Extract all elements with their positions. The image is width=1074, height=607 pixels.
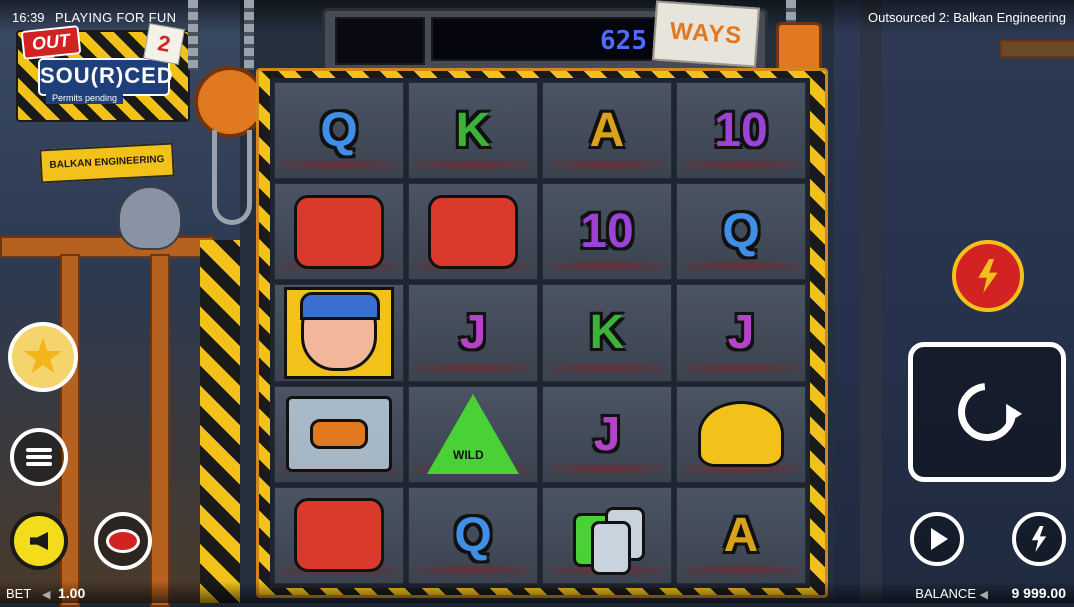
bet-arrow-icon[interactable]: ◀ [42, 588, 50, 601]
logo-sequel: 2 [143, 23, 185, 65]
reel-cell: A [542, 82, 672, 180]
wall-beam [860, 0, 882, 603]
hard-hat-icon [698, 401, 784, 468]
reel-cell [408, 183, 538, 281]
shelf [1000, 40, 1074, 58]
reel-cell: J [676, 284, 806, 382]
play-mode: PLAYING FOR FUN [55, 10, 177, 25]
spin-icon [946, 371, 1028, 453]
symbol-10: 10 [714, 104, 768, 158]
reel-cell: Q [676, 183, 806, 281]
bet-button[interactable] [94, 512, 152, 570]
reel-grid[interactable]: Q K A 10 10 Q J K J WILD J Q A [270, 78, 810, 588]
led-panel [335, 17, 425, 65]
chain [244, 0, 254, 70]
reel-cell [676, 385, 806, 483]
logo-subtitle: Permits pending [46, 92, 124, 104]
balance-arrow-icon[interactable]: ◀ [980, 588, 988, 601]
clock: 16:39 [12, 10, 45, 25]
bottom-bar: BET ◀ 1.00 BALANCE ◀ 9 999.00 [0, 581, 1074, 603]
bet-label: BET [6, 586, 32, 601]
ways-sign: WAYS [652, 0, 760, 68]
symbol-q: Q [722, 205, 760, 259]
symbol-10: 10 [580, 205, 634, 259]
reel-cell: 10 [676, 82, 806, 180]
crushed-cans-icon [569, 503, 645, 576]
lightning-icon [978, 259, 998, 293]
symbol-j: J [459, 306, 487, 360]
gamepad-icon [294, 194, 384, 269]
reel-cell: J [542, 385, 672, 483]
chain [188, 0, 198, 70]
menu-button[interactable] [10, 428, 68, 486]
symbol-j: J [593, 407, 621, 461]
reel-cell: J [408, 284, 538, 382]
menu-icon [26, 448, 52, 466]
symbol-k: K [589, 306, 625, 360]
game-title: Outsourced 2: Balkan Engineering [867, 10, 1066, 25]
wild-label: WILD [453, 448, 484, 463]
play-icon [931, 528, 948, 550]
reel-cell [274, 183, 404, 281]
balkan-engineering-sign: BALKAN ENGINEERING [39, 142, 175, 184]
padlock-icon [776, 22, 822, 74]
symbol-q: Q [320, 104, 358, 158]
turbo-icon [1031, 526, 1047, 552]
symbol-k: K [455, 104, 491, 158]
speaker-icon [30, 532, 48, 550]
bet-value: 1.00 [58, 585, 86, 601]
symbol-a: A [589, 104, 625, 158]
reel-cell: 10 [542, 183, 672, 281]
coin-icon [106, 529, 140, 553]
reel-cell [274, 284, 404, 382]
face-icon [300, 291, 380, 371]
symbol-j: J [727, 306, 755, 360]
wild-symbol: WILD [427, 394, 519, 475]
can-icon [591, 521, 631, 576]
reel-cell: K [542, 284, 672, 382]
reel-cell: K [408, 82, 538, 180]
logo-out: OUT [20, 25, 82, 60]
feature-button[interactable] [952, 240, 1024, 312]
star-icon [23, 337, 63, 374]
scaffold-post [150, 254, 170, 607]
reel-cell [274, 486, 404, 584]
gamepad-icon [294, 498, 384, 573]
balance-value: 9 999.00 [1011, 585, 1067, 601]
symbol-a: A [723, 508, 759, 562]
spin-button[interactable] [908, 342, 1066, 482]
reel-cell: Q [274, 82, 404, 180]
ways-count: 625 [431, 17, 659, 61]
pigeon-icon [118, 186, 182, 250]
hand-icon [310, 419, 368, 450]
reel-cell: A [676, 486, 806, 584]
gamepad-icon [428, 194, 518, 269]
reel-cell [274, 385, 404, 483]
balance-label: BALANCE [915, 586, 976, 601]
bagged-hand-icon [286, 396, 392, 473]
reel-cell: Q [408, 486, 538, 584]
sound-button[interactable] [10, 512, 68, 570]
hook-icon [212, 130, 252, 225]
favorites-button[interactable] [8, 322, 78, 392]
turbo-button[interactable] [1012, 512, 1066, 566]
scaffold-beam [0, 236, 214, 258]
autoplay-button[interactable] [910, 512, 964, 566]
logo-main: SOU(R)CED [38, 58, 173, 96]
symbol-q: Q [454, 508, 492, 562]
reel-cell: WILD [408, 385, 538, 483]
hazard-pillar [200, 240, 240, 603]
reel-cell [542, 486, 672, 584]
engineer-portrait-icon [284, 286, 394, 379]
